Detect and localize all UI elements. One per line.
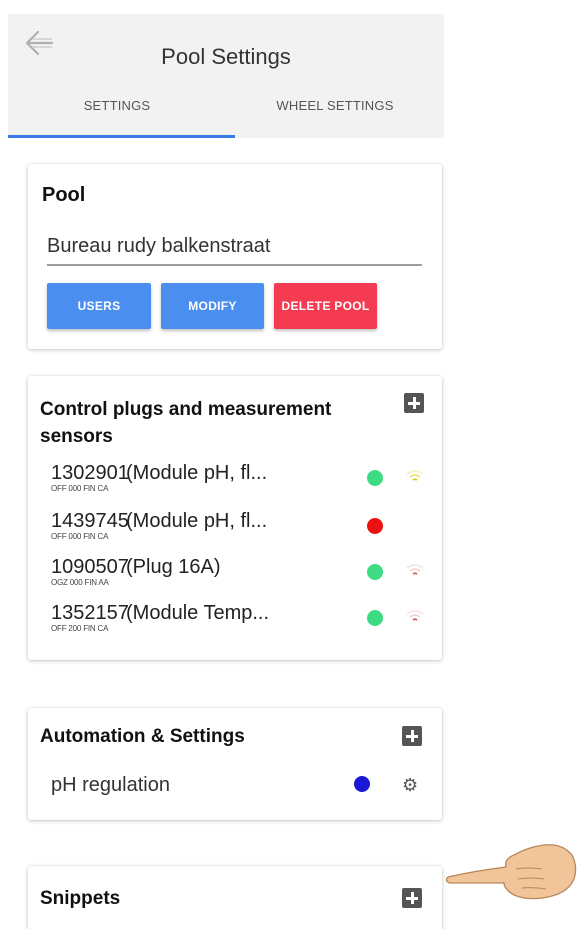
- status-dot: [354, 776, 370, 792]
- sensor-description: (Module pH, fl...: [126, 510, 268, 532]
- tab-settings[interactable]: SETTINGS: [8, 92, 226, 138]
- list-item[interactable]: 1302901 OFF 000 FIN CA (Module pH, fl...: [51, 462, 431, 502]
- sensors-card: Control plugs and measurement sensors 13…: [28, 376, 442, 660]
- page-title: Pool Settings: [161, 44, 291, 69]
- users-button[interactable]: USERS: [47, 283, 151, 329]
- automation-card: Automation & Settings pH regulation ⚙: [28, 708, 442, 820]
- modify-button[interactable]: MODIFY: [161, 283, 264, 329]
- wifi-signal-icon: [406, 564, 424, 575]
- sensor-code: OFF 200 FIN CA: [51, 624, 109, 633]
- sensor-description: (Module Temp...: [126, 602, 270, 624]
- add-snippet-icon[interactable]: [402, 888, 422, 908]
- active-tab-indicator: [8, 135, 235, 138]
- pool-card-title: Pool: [42, 184, 86, 206]
- sensor-code: OGZ 000 FIN AA: [51, 578, 109, 587]
- sensors-card-title: Control plugs and measurement sensors: [40, 399, 332, 447]
- sensor-id: 1352157: [51, 602, 129, 624]
- pointing-hand-icon: [445, 844, 577, 900]
- automation-item-label[interactable]: pH regulation: [51, 774, 170, 797]
- sensor-id: 1439745: [51, 510, 129, 532]
- sensor-id: 1302901: [51, 462, 129, 484]
- add-automation-icon[interactable]: [402, 726, 422, 746]
- tab-wheel-settings[interactable]: WHEEL SETTINGS: [226, 92, 444, 138]
- status-dot: [367, 564, 383, 580]
- automation-card-title: Automation & Settings: [40, 726, 245, 747]
- sensor-code: OFF 000 FIN CA: [51, 532, 109, 541]
- sensor-description: (Module pH, fl...: [126, 462, 268, 484]
- gear-icon[interactable]: ⚙: [402, 776, 418, 794]
- app-bar: Pool Settings SETTINGS WHEEL SETTINGS: [8, 14, 444, 138]
- list-item[interactable]: 1090507 OGZ 000 FIN AA (Plug 16A): [51, 556, 431, 596]
- pool-actions: USERS MODIFY DELETE POOL: [47, 283, 377, 329]
- wifi-signal-icon: [406, 610, 424, 621]
- snippets-card: Snippets: [28, 866, 442, 929]
- sensor-id: 1090507: [51, 556, 129, 578]
- delete-pool-button[interactable]: DELETE POOL: [274, 283, 377, 329]
- add-sensor-icon[interactable]: [404, 393, 424, 413]
- tab-bar: SETTINGS WHEEL SETTINGS: [8, 92, 444, 138]
- sensor-description: (Plug 16A): [126, 556, 221, 578]
- snippets-card-title: Snippets: [40, 888, 121, 909]
- sensor-code: OFF 000 FIN CA: [51, 484, 109, 493]
- wifi-signal-icon: [406, 470, 424, 481]
- pool-name-field[interactable]: Bureau rudy balkenstraat: [47, 236, 422, 266]
- status-dot: [367, 610, 383, 626]
- pool-card: Pool Bureau rudy balkenstraat USERS MODI…: [28, 164, 442, 349]
- list-item[interactable]: 1439745 OFF 000 FIN CA (Module pH, fl...: [51, 510, 431, 550]
- list-item[interactable]: 1352157 OFF 200 FIN CA (Module Temp...: [51, 602, 431, 642]
- status-dot: [367, 518, 383, 534]
- status-dot: [367, 470, 383, 486]
